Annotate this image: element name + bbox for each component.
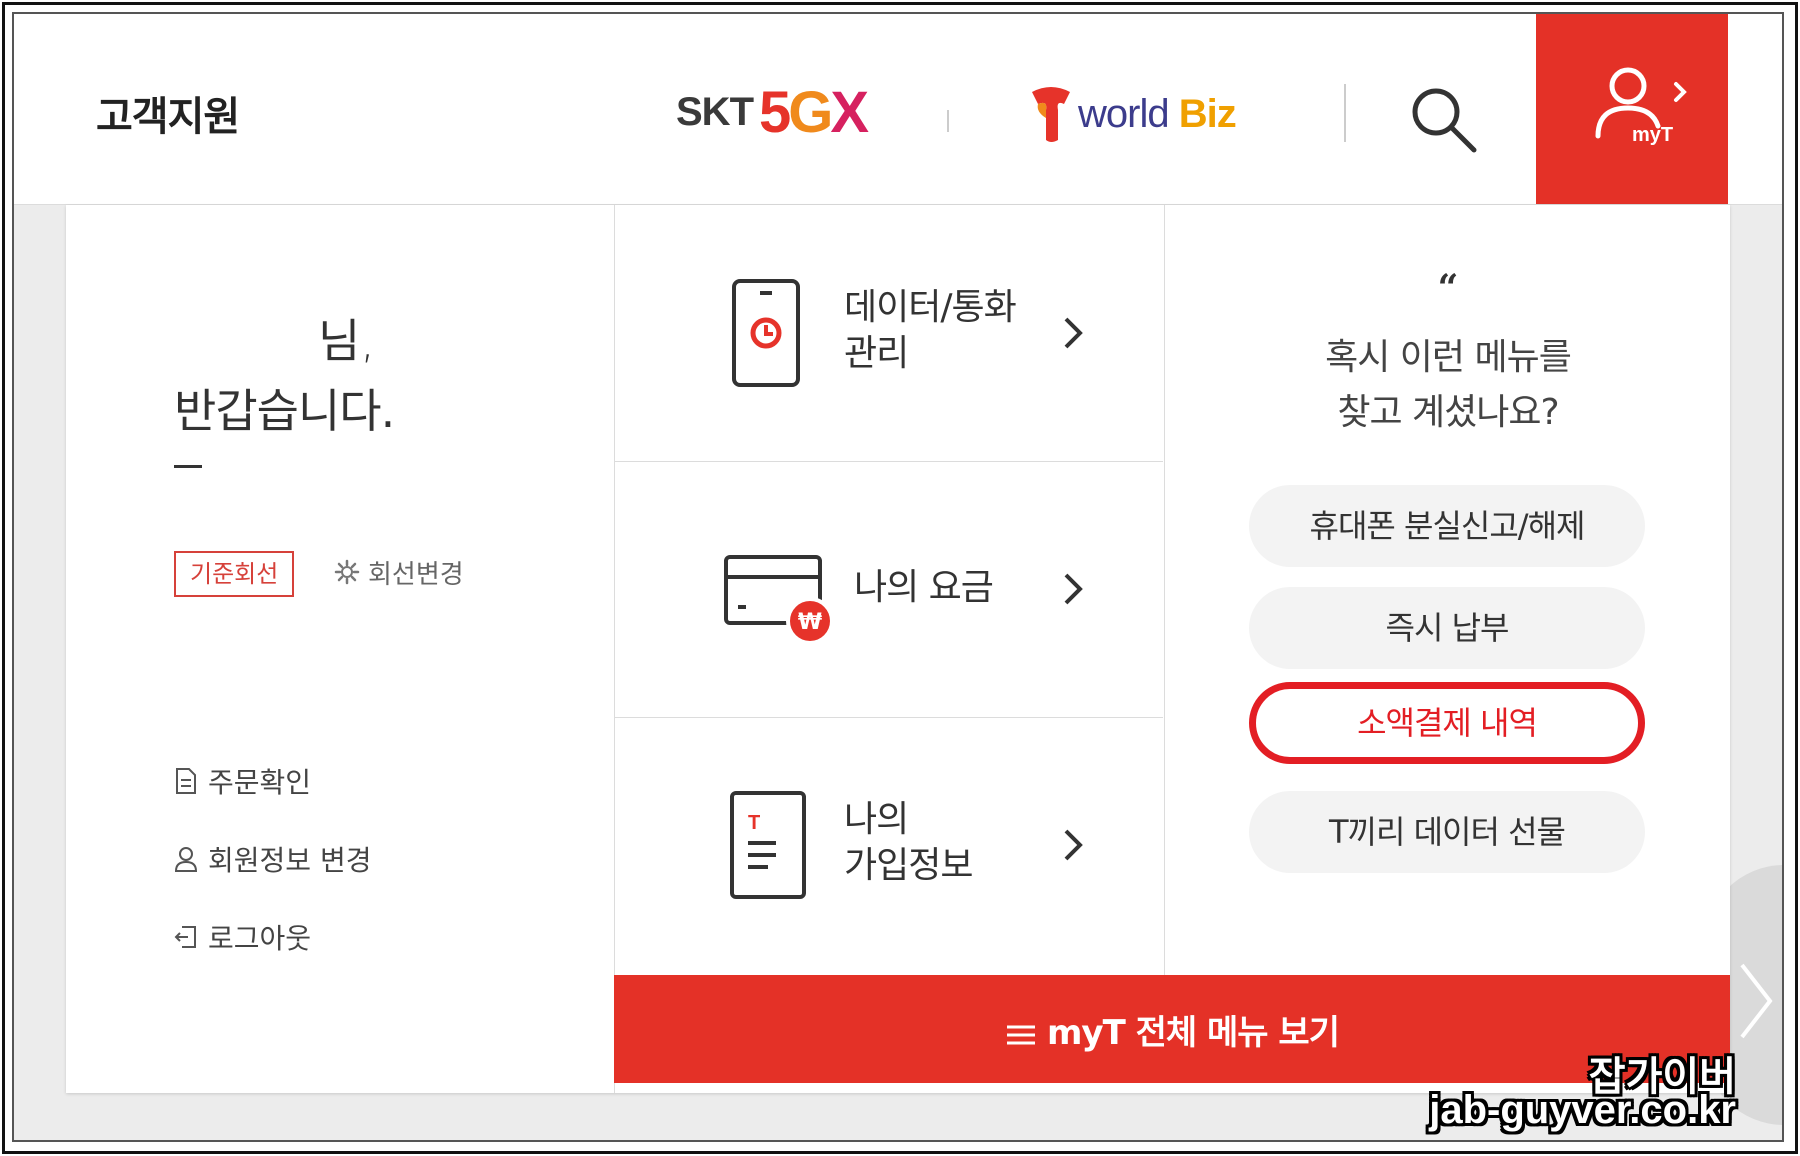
chevron-right-icon: [1064, 317, 1083, 349]
myt-button[interactable]: myT: [1536, 14, 1728, 204]
top-header: 고객지원 SKT 5GX world Biz myT: [14, 14, 1782, 205]
myt-full-menu-button[interactable]: myT 전체 메뉴 보기: [614, 975, 1730, 1083]
header-divider: [1344, 84, 1346, 142]
change-line-button[interactable]: 회선변경: [334, 551, 464, 593]
document-t-icon: T: [730, 791, 806, 899]
screenshot-frame: 고객지원 SKT 5GX world Biz myT 님, 반갑습니다. 기준회…: [12, 12, 1784, 1142]
greeting-text: 반갑습니다.: [174, 384, 395, 438]
phone-clock-icon: [732, 279, 800, 387]
order-check-label: 주문확인: [208, 766, 312, 799]
t-logo-icon: [1032, 87, 1070, 142]
tworld-biz-logo[interactable]: world Biz: [1028, 84, 1237, 144]
change-line-label: 회선변경: [368, 559, 464, 590]
full-menu-label: myT 전체 메뉴 보기: [1047, 1013, 1340, 1053]
my-fee-label: 나의 요금: [854, 567, 994, 608]
document-icon: [176, 768, 196, 794]
myt-dropdown-panel: 님, 반갑습니다. 기준회선 회선변경 주문확인 회원정보 변경 로그아웃 데이…: [66, 205, 1730, 1093]
gear-icon: [334, 559, 360, 585]
member-info-link[interactable]: 회원정보 변경: [174, 839, 371, 879]
hamburger-icon: [1007, 1025, 1035, 1044]
skt-logo-text: SKT: [676, 89, 754, 134]
suggest-instant-payment-button[interactable]: 즉시 납부: [1249, 587, 1645, 669]
suggest-micropayment-history-button[interactable]: 소액결제 내역: [1249, 682, 1645, 764]
suggested-menu-column: “ 혹시 이런 메뉴를 찾고 계셨나요? 휴대폰 분실신고/해제 즉시 납부 소…: [1164, 205, 1731, 975]
chevron-right-icon: [1740, 963, 1773, 1039]
logout-icon: [174, 926, 196, 948]
page-title: 고객지원: [96, 94, 240, 140]
skt-5gx-logo[interactable]: SKT 5GX: [676, 80, 869, 145]
my-fee-item[interactable]: ₩ 나의 요금: [614, 461, 1163, 718]
logout-label: 로그아웃: [208, 922, 312, 955]
watermark-url: jab-guyver.co.kr: [1429, 1088, 1736, 1132]
world-biz-text: world Biz: [1078, 91, 1237, 136]
header-divider: [947, 110, 949, 132]
svg-text:₩: ₩: [798, 610, 822, 635]
greeting-divider: [174, 465, 202, 468]
search-button[interactable]: [1406, 82, 1482, 158]
quote-icon: “: [1437, 267, 1459, 309]
card-won-icon: ₩: [724, 555, 834, 645]
data-call-label: 데이터/통화 관리: [844, 287, 1017, 374]
suggest-data-gift-button[interactable]: T끼리 데이터 선물: [1249, 791, 1645, 873]
search-icon: [1412, 88, 1477, 153]
chevron-right-icon: [1064, 573, 1083, 605]
myt-label: myT: [1632, 124, 1674, 146]
my-subscription-item[interactable]: T 나의 가입정보: [614, 717, 1163, 975]
chevron-right-icon: [1064, 829, 1083, 861]
base-line-badge: 기준회선: [174, 551, 295, 597]
member-info-label: 회원정보 변경: [208, 844, 372, 877]
svg-text:T: T: [748, 812, 760, 834]
my-subscription-label: 나의 가입정보: [844, 799, 973, 886]
myt-main-menu: 데이터/통화 관리 ₩ 나의 요금 T 나의 가입정보: [614, 205, 1164, 975]
full-menu-label-row: myT 전체 메뉴 보기: [614, 1005, 1730, 1054]
order-check-link[interactable]: 주문확인: [174, 761, 311, 801]
logout-link[interactable]: 로그아웃: [174, 917, 311, 957]
greeting-name: 님,: [318, 314, 375, 368]
suggest-lost-phone-button[interactable]: 휴대폰 분실신고/해제: [1249, 485, 1645, 567]
user-greeting-column: 님, 반갑습니다. 기준회선 회선변경 주문확인 회원정보 변경 로그아웃: [66, 205, 615, 1093]
person-icon: [174, 847, 198, 872]
data-call-manage-item[interactable]: 데이터/통화 관리: [614, 205, 1163, 462]
suggest-title: 혹시 이런 메뉴를 찾고 계셨나요?: [1325, 337, 1572, 433]
5gx-logo-text: 5GX: [759, 79, 869, 145]
